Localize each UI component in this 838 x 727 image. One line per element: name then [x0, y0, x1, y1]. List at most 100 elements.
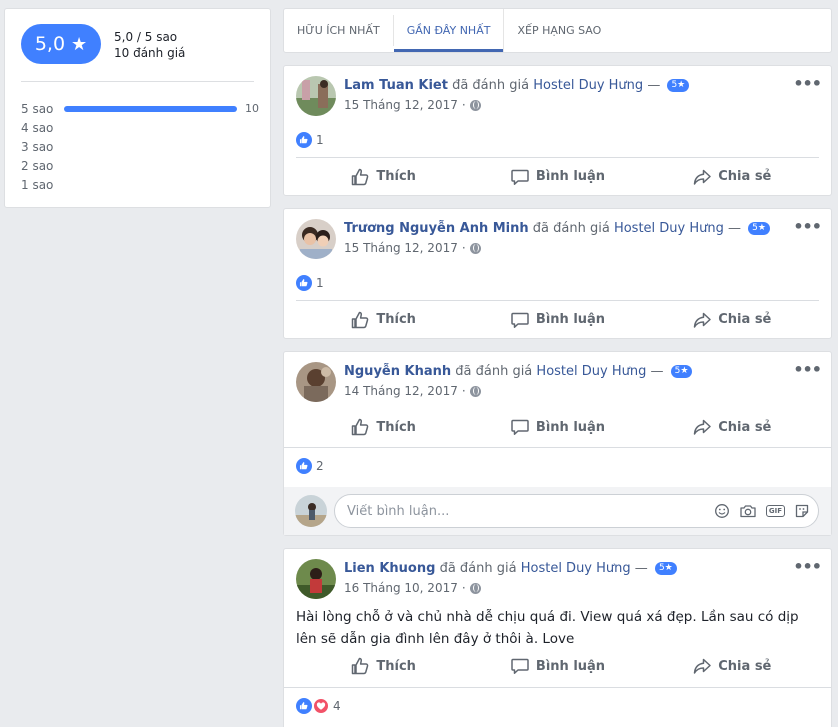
- dist-row-3[interactable]: 3 sao: [21, 137, 259, 156]
- post-header: Lien Khuong đã đánh giá Hostel Duy Hưng …: [344, 561, 677, 576]
- reaction-count: 2: [316, 459, 324, 473]
- post-meta: 16 Tháng 10, 2017 ·: [344, 581, 481, 595]
- like-icon: [350, 656, 370, 676]
- share-button[interactable]: Chia sẻ: [645, 158, 819, 195]
- comment-button[interactable]: Bình luận: [470, 647, 644, 685]
- share-label: Chia sẻ: [718, 658, 772, 674]
- score-text: 5,0 / 5 sao: [114, 30, 178, 44]
- comment-icon: [510, 417, 530, 437]
- avatar[interactable]: [296, 76, 336, 116]
- like-icon: [350, 417, 370, 437]
- post-meta: 14 Tháng 12, 2017 ·: [344, 384, 481, 398]
- love-reaction-icon: [313, 698, 329, 714]
- like-icon: [350, 167, 370, 187]
- dist-bar: [64, 144, 237, 150]
- divider: [284, 687, 831, 688]
- tab-most-recent[interactable]: GẦN ĐÂY NHẤT: [393, 9, 505, 52]
- reaction-summary[interactable]: 1: [296, 132, 324, 148]
- post-date[interactable]: 14 Tháng 12, 2017: [344, 384, 458, 398]
- divider: [284, 447, 831, 448]
- dist-label: 2 sao: [21, 158, 54, 173]
- page-link[interactable]: Hostel Duy Hưng: [536, 364, 646, 379]
- like-label: Thích: [376, 169, 416, 184]
- emoji-icon[interactable]: [714, 503, 730, 519]
- current-user-avatar[interactable]: [295, 495, 327, 527]
- like-button[interactable]: Thích: [296, 408, 470, 446]
- avatar[interactable]: [296, 559, 336, 599]
- avatar[interactable]: [296, 219, 336, 259]
- author-name[interactable]: Nguyễn Khanh: [344, 364, 451, 379]
- rating-distribution: 5 sao 10 4 sao 3 sao 2 sao 1 sao: [21, 99, 259, 194]
- sticker-icon[interactable]: [794, 503, 810, 519]
- avatar[interactable]: [296, 362, 336, 402]
- tab-star-rating[interactable]: XẾP HẠNG SAO: [504, 15, 614, 46]
- share-button[interactable]: Chia sẻ: [645, 301, 819, 338]
- like-reaction-icon: [296, 698, 312, 714]
- more-options-icon[interactable]: •••: [793, 74, 822, 93]
- reaction-summary[interactable]: 1: [296, 275, 324, 291]
- share-label: Chia sẻ: [718, 312, 772, 327]
- like-button[interactable]: Thích: [296, 301, 470, 338]
- rating-badge: 5★: [670, 365, 693, 378]
- dist-label: 3 sao: [21, 139, 54, 154]
- tab-most-helpful[interactable]: HỮU ÍCH NHẤT: [284, 15, 394, 46]
- share-button[interactable]: Chia sẻ: [645, 647, 819, 685]
- dash: —: [634, 561, 648, 576]
- globe-icon: [469, 242, 481, 254]
- more-options-icon[interactable]: •••: [793, 360, 822, 379]
- comment-icon: [510, 656, 530, 676]
- comment-input[interactable]: [347, 503, 714, 519]
- dist-row-5[interactable]: 5 sao 10: [21, 99, 259, 118]
- comment-icon: [510, 310, 530, 330]
- share-icon: [692, 417, 712, 437]
- post-actions: Thích Bình luận Chia sẻ: [296, 157, 819, 195]
- more-options-icon[interactable]: •••: [793, 217, 822, 236]
- dist-row-1[interactable]: 1 sao: [21, 175, 259, 194]
- like-label: Thích: [376, 312, 416, 327]
- post-header: Trương Nguyễn Anh Minh đã đánh giá Hoste…: [344, 221, 770, 236]
- gif-icon[interactable]: GIF: [765, 505, 785, 517]
- comment-input-box[interactable]: GIF: [334, 494, 819, 528]
- page-link[interactable]: Hostel Duy Hưng: [614, 221, 724, 236]
- like-reaction-icon: [296, 458, 312, 474]
- review-text: Hài lòng chỗ ở và chủ nhà dễ chịu quá đi…: [296, 609, 799, 647]
- review-verb: đã đánh giá: [452, 78, 530, 93]
- dist-bar: [64, 182, 237, 188]
- author-name[interactable]: Lien Khuong: [344, 561, 435, 576]
- dist-row-4[interactable]: 4 sao: [21, 118, 259, 137]
- page-link[interactable]: Hostel Duy Hưng: [533, 78, 643, 93]
- review-post: Lam Tuan Kiet đã đánh giá Hostel Duy Hưn…: [283, 65, 832, 196]
- like-button[interactable]: Thích: [296, 158, 470, 195]
- globe-icon: [469, 99, 481, 111]
- divider: [21, 81, 254, 82]
- post-date[interactable]: 15 Tháng 12, 2017: [344, 241, 458, 255]
- reaction-count: 1: [316, 276, 324, 290]
- review-post: Nguyễn Khanh đã đánh giá Hostel Duy Hưng…: [283, 351, 832, 536]
- reaction-summary[interactable]: 4: [296, 698, 341, 714]
- like-label: Thích: [376, 658, 416, 674]
- comment-button[interactable]: Bình luận: [470, 408, 644, 446]
- dash: —: [728, 221, 742, 236]
- dist-label: 4 sao: [21, 120, 54, 135]
- comment-button[interactable]: Bình luận: [470, 301, 644, 338]
- comment-button[interactable]: Bình luận: [470, 158, 644, 195]
- camera-icon[interactable]: [739, 503, 757, 519]
- reaction-count: 4: [333, 699, 341, 713]
- dist-row-2[interactable]: 2 sao: [21, 156, 259, 175]
- share-icon: [692, 656, 712, 676]
- like-button[interactable]: Thích: [296, 647, 470, 685]
- comment-icon: [510, 167, 530, 187]
- share-icon: [692, 310, 712, 330]
- dist-bar-fill: [64, 105, 237, 112]
- reaction-summary[interactable]: 2: [296, 458, 324, 474]
- page-link[interactable]: Hostel Duy Hưng: [521, 561, 631, 576]
- rating-summary-card: 5,0 ★ 5,0 / 5 sao 10 đánh giá 5 sao 10 4…: [4, 8, 271, 208]
- post-date[interactable]: 15 Tháng 12, 2017: [344, 98, 458, 112]
- author-name[interactable]: Trương Nguyễn Anh Minh: [344, 221, 529, 236]
- like-icon: [350, 310, 370, 330]
- dist-count: 10: [245, 102, 259, 115]
- share-button[interactable]: Chia sẻ: [645, 408, 819, 446]
- post-date[interactable]: 16 Tháng 10, 2017: [344, 581, 458, 595]
- more-options-icon[interactable]: •••: [793, 557, 822, 576]
- author-name[interactable]: Lam Tuan Kiet: [344, 78, 448, 93]
